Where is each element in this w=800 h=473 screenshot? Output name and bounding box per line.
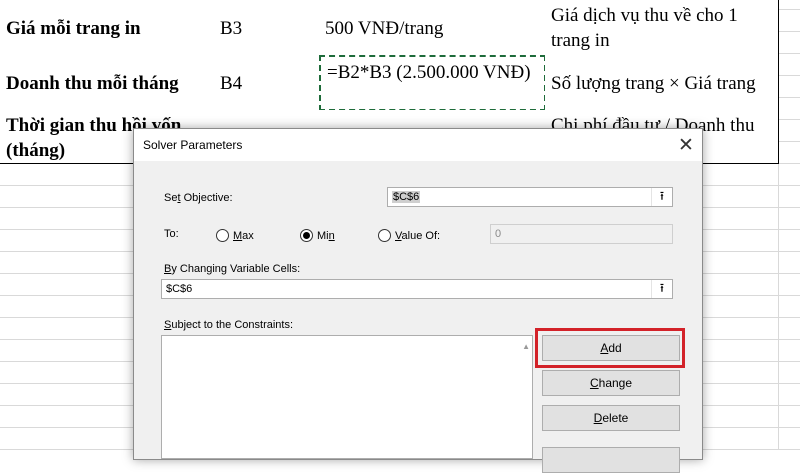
dialog-button-partial[interactable]	[542, 447, 680, 473]
change-button[interactable]: Change	[542, 370, 680, 396]
set-objective-label: Set Objective:	[164, 192, 233, 204]
gridline-col	[778, 163, 779, 450]
cell-value-selected[interactable]: =B2*B3 (2.500.000 VNĐ)	[319, 55, 546, 111]
value-of-radio-label[interactable]: Value Of:	[395, 230, 440, 242]
max-radio-label[interactable]: Max	[233, 230, 254, 242]
scroll-up-icon[interactable]: ▲	[522, 342, 530, 351]
max-radio[interactable]	[216, 229, 229, 242]
dialog-titlebar[interactable]: Solver Parameters ✕	[134, 129, 702, 161]
cell-label[interactable]: Doanh thu mỗi tháng	[0, 55, 215, 111]
collapse-dialog-icon[interactable]: ⭱	[651, 280, 672, 298]
changing-cells-value: $C$6	[166, 283, 193, 295]
value-of-radio[interactable]	[378, 229, 391, 242]
collapse-dialog-icon[interactable]: ⭱	[651, 188, 672, 206]
delete-button[interactable]: Delete	[542, 405, 680, 431]
close-icon[interactable]: ✕	[670, 129, 702, 161]
set-objective-input[interactable]: $C$6 ⭱	[387, 187, 673, 207]
add-button-highlight	[535, 328, 685, 368]
to-label: To:	[164, 228, 179, 240]
set-objective-value: $C$6	[392, 191, 421, 203]
changing-cells-input[interactable]: $C$6 ⭱	[161, 279, 673, 299]
constraints-list[interactable]: ▲	[161, 335, 533, 459]
cell-value[interactable]: 500 VNĐ/trang	[319, 0, 546, 56]
cell-label[interactable]: Giá mỗi trang in	[0, 0, 215, 56]
dialog-title: Solver Parameters	[143, 138, 243, 152]
solver-parameters-dialog: Solver Parameters ✕ Set Objective: $C$6 …	[133, 128, 703, 473]
cell-note[interactable]: Giá dịch vụ thu về cho 1 trang in	[545, 0, 779, 56]
min-radio[interactable]	[300, 229, 313, 242]
cell-note[interactable]: Số lượng trang × Giá trang	[545, 55, 779, 111]
value-of-input[interactable]: 0	[490, 224, 673, 244]
min-radio-label[interactable]: Min	[317, 230, 335, 242]
changing-cells-label: By Changing Variable Cells:	[164, 263, 301, 275]
cell-ref[interactable]: B4	[214, 55, 320, 111]
cell-ref[interactable]: B3	[214, 0, 320, 56]
constraints-label: Subject to the Constraints:	[164, 319, 294, 331]
